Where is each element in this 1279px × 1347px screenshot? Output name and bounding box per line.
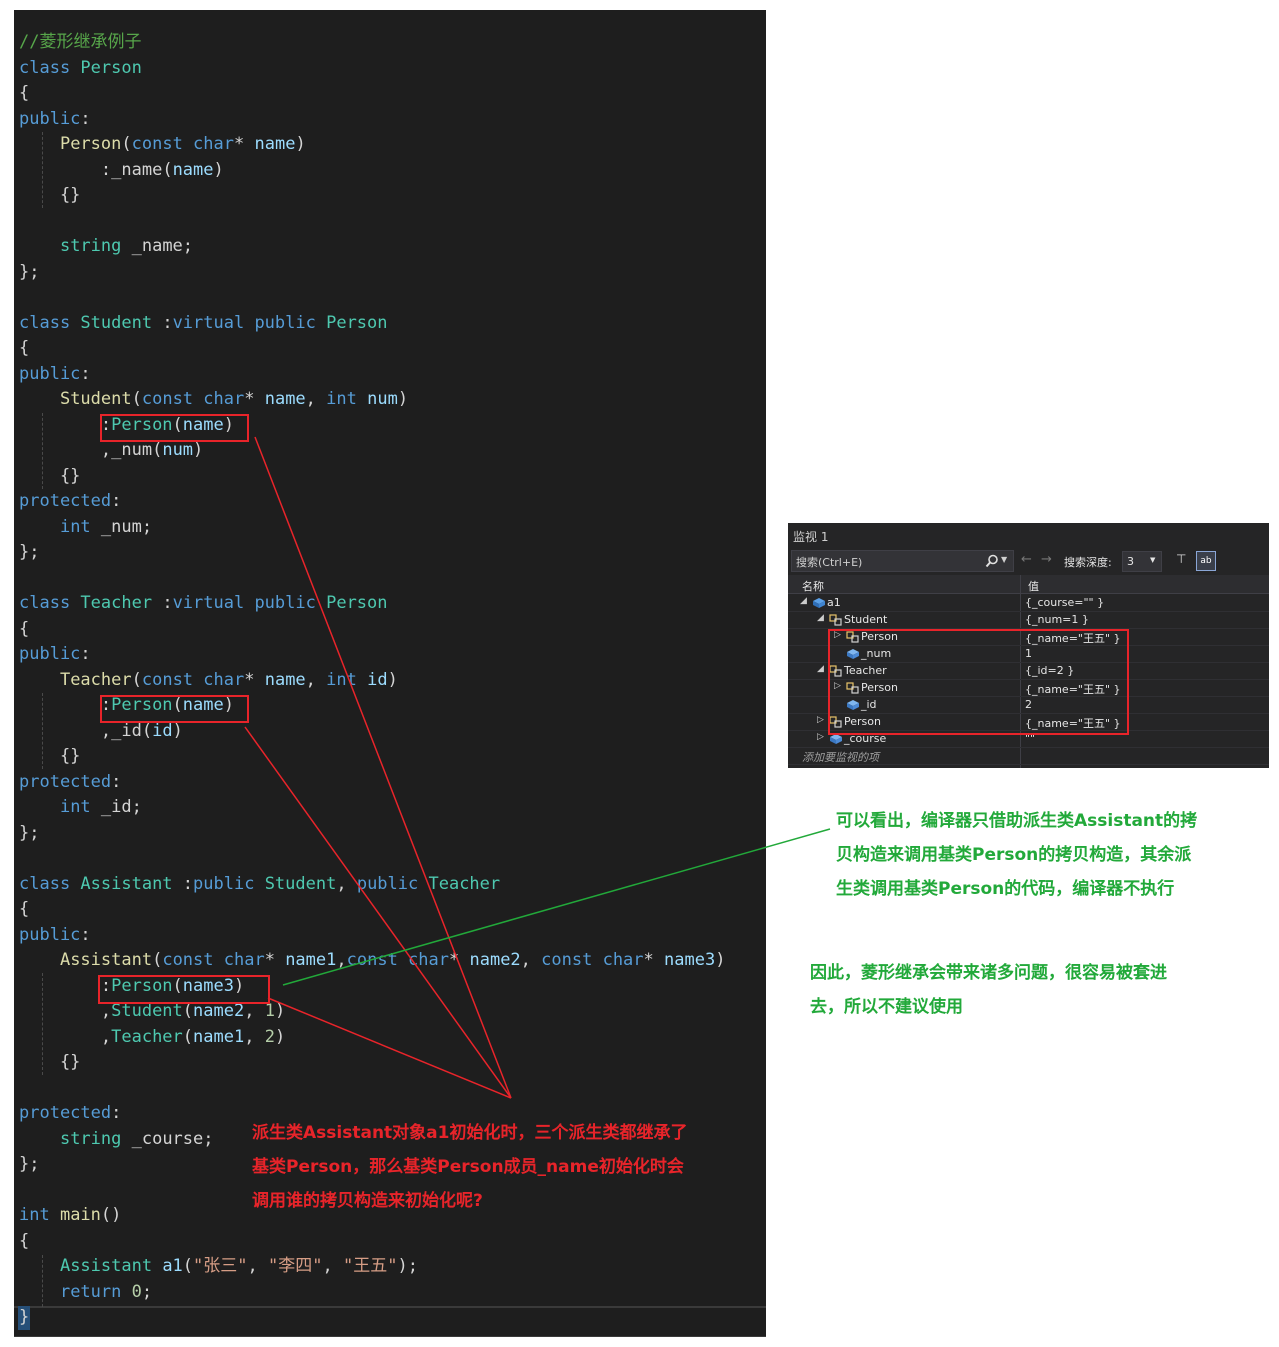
note-line: 生类调用基类Person的代码，编译器不执行 bbox=[836, 879, 1175, 899]
note-line: 可以看出，编译器只借助派生类Assistant的拷 bbox=[836, 811, 1198, 831]
conclusion-note: 因此，菱形继承会带来诸多问题，很容易被套进 去，所以不建议使用 bbox=[810, 956, 1167, 1024]
note-line: 基类Person，那么基类Person成员_name初始化时会 bbox=[252, 1157, 684, 1177]
note-line: 派生类Assistant对象a1初始化时，三个派生类都继承了 bbox=[252, 1123, 688, 1143]
arrow-student-to-question bbox=[254, 436, 512, 1099]
note-line: 因此，菱形继承会带来诸多问题，很容易被套进 bbox=[810, 963, 1167, 983]
arrow-teacher-to-question bbox=[244, 726, 512, 1099]
arrow-assistant-to-note bbox=[282, 828, 831, 986]
compiler-note: 可以看出，编译器只借助派生类Assistant的拷 贝构造来调用基类Person的… bbox=[836, 804, 1197, 906]
note-line: 贝构造来调用基类Person的拷贝构造，其余派 bbox=[836, 845, 1192, 865]
note-line: 去，所以不建议使用 bbox=[810, 997, 963, 1017]
question-note: 派生类Assistant对象a1初始化时，三个派生类都继承了 基类Person，那… bbox=[252, 1116, 687, 1218]
note-line: 调用谁的拷贝构造来初始化呢? bbox=[252, 1191, 483, 1211]
